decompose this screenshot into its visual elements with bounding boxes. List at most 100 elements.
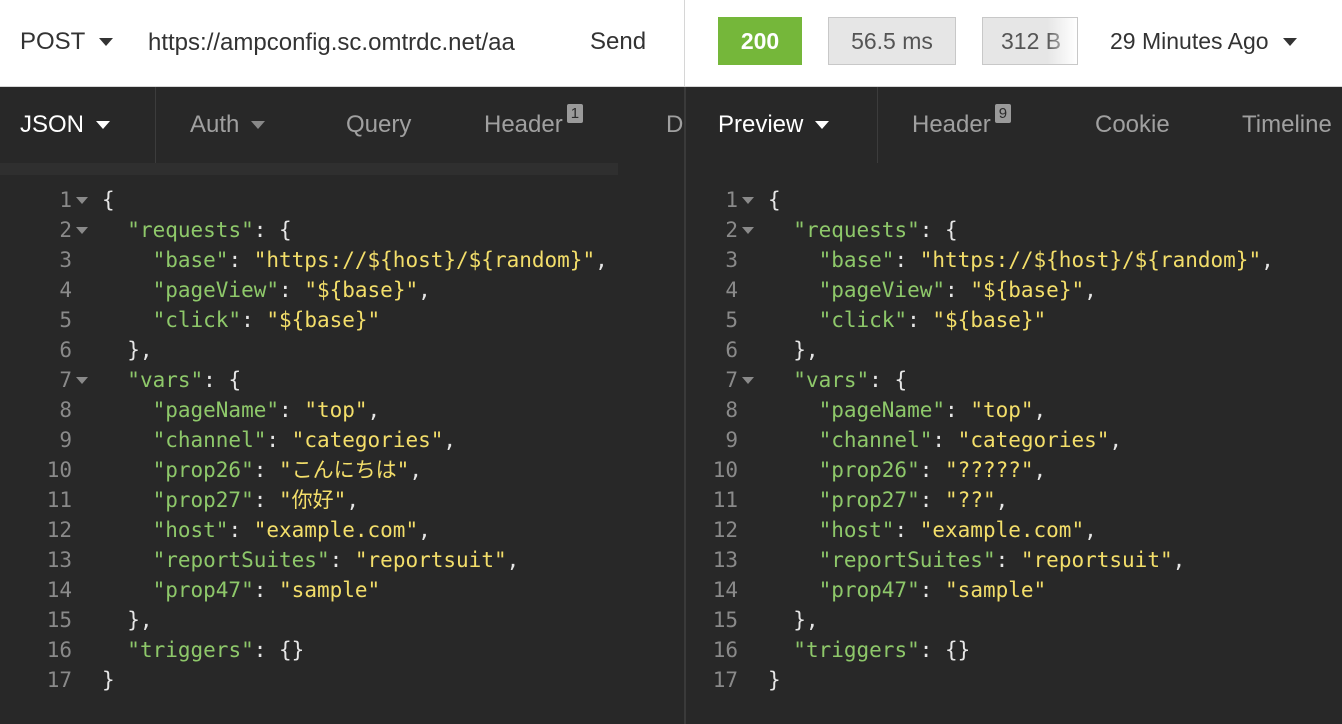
history-dropdown[interactable]: 29 Minutes Ago [1110, 28, 1297, 55]
json-punctuation [768, 548, 819, 572]
json-punctuation [102, 488, 153, 512]
chevron-down-icon [815, 121, 830, 129]
line-number: 13 [712, 548, 738, 572]
code-line: 1{ [686, 185, 1342, 215]
fold-arrow-icon[interactable] [76, 227, 88, 234]
code-line: 9 "channel": "categories", [0, 425, 684, 455]
tab-docs[interactable]: D [666, 87, 684, 163]
json-punctuation: { [768, 188, 781, 212]
line-number: 3 [59, 248, 72, 272]
editor-scrollbar[interactable] [0, 163, 618, 175]
line-number: 2 [59, 218, 72, 242]
fold-arrow-icon[interactable] [742, 227, 754, 234]
code-line: 12 "host": "example.com", [0, 515, 684, 545]
history-age-label: 29 Minutes Ago [1110, 28, 1269, 54]
json-string: "https://${host}/${random}" [919, 248, 1262, 272]
json-punctuation: , [367, 398, 381, 422]
fold-arrow-icon[interactable] [76, 197, 88, 204]
code-text: "prop27": "??", [768, 485, 1009, 515]
json-string: "${base}" [266, 308, 381, 332]
json-punctuation [102, 548, 153, 572]
header-count-badge: 9 [994, 103, 1012, 123]
json-key: "prop47" [818, 578, 920, 602]
code-text: "host": "example.com", [768, 515, 1097, 545]
json-string: "你好" [279, 488, 347, 512]
json-string: "${base}" [304, 278, 419, 302]
code-line: 3 "base": "https://${host}/${random}", [0, 245, 684, 275]
tab-timeline[interactable]: Timeline [1242, 87, 1332, 163]
fold-arrow-icon[interactable] [742, 377, 754, 384]
request-body-editor[interactable]: 1{2 "requests": {3 "base": "https://${ho… [0, 185, 684, 695]
code-text: "channel": "categories", [768, 425, 1122, 455]
line-number: 3 [725, 248, 738, 272]
json-punctuation: : [253, 458, 280, 482]
code-line: 5 "click": "${base}" [0, 305, 684, 335]
tab-body-json[interactable]: JSON [20, 87, 111, 163]
json-punctuation: : {} [253, 638, 305, 662]
json-punctuation [768, 488, 819, 512]
code-line: 8 "pageName": "top", [686, 395, 1342, 425]
fold-arrow-icon[interactable] [742, 197, 754, 204]
tab-cookie[interactable]: Cookie [1095, 87, 1170, 163]
json-punctuation [768, 518, 819, 542]
tab-header[interactable]: Header 1 [484, 87, 584, 163]
json-string: "reportsuit" [354, 548, 507, 572]
json-punctuation: : [253, 578, 280, 602]
line-number: 11 [712, 488, 738, 512]
json-punctuation [768, 278, 819, 302]
tab-auth[interactable]: Auth [190, 87, 266, 163]
json-string: "top" [970, 398, 1034, 422]
json-punctuation: , [409, 458, 422, 482]
line-number: 10 [712, 458, 738, 482]
code-line: 11 "prop27": "你好", [0, 485, 684, 515]
code-text: } [102, 665, 115, 695]
json-key: "click" [152, 308, 242, 332]
response-size-badge: 312 B [982, 17, 1078, 65]
json-string: "${base}" [932, 308, 1047, 332]
line-number: 5 [725, 308, 738, 332]
code-text: "pageView": "${base}", [102, 275, 431, 305]
tab-label: Query [346, 111, 412, 138]
chevron-down-icon [251, 121, 266, 129]
json-key: "prop47" [152, 578, 254, 602]
divider [155, 87, 156, 163]
json-punctuation [102, 248, 153, 272]
code-text: }, [768, 605, 818, 635]
code-line: 10 "prop26": "?????", [686, 455, 1342, 485]
code-line: 16 "triggers": {} [686, 635, 1342, 665]
url-input[interactable]: https://ampconfig.sc.omtrdc.net/aa [148, 29, 556, 57]
code-text: "vars": { [102, 365, 241, 395]
tab-label: Auth [190, 111, 240, 138]
json-punctuation [768, 308, 819, 332]
json-key: "channel" [152, 428, 267, 452]
json-punctuation [102, 428, 153, 452]
tab-preview[interactable]: Preview [718, 87, 830, 163]
json-punctuation: , [506, 548, 520, 572]
code-line: 11 "prop27": "??", [686, 485, 1342, 515]
code-text: "pageName": "top", [102, 395, 381, 425]
json-punctuation [768, 368, 793, 392]
json-punctuation: : [266, 428, 292, 452]
method-dropdown[interactable]: POST [20, 28, 114, 56]
line-number: 5 [59, 308, 72, 332]
code-line: 17} [0, 665, 684, 695]
json-key: "requests" [793, 218, 920, 242]
json-key: "pageName" [818, 398, 946, 422]
method-label: POST [20, 28, 86, 55]
tab-response-header[interactable]: Header 9 [912, 87, 1012, 163]
code-text: "prop47": "sample" [768, 575, 1047, 605]
line-number: 14 [46, 578, 72, 602]
response-time-badge: 56.5 ms [828, 17, 956, 65]
json-punctuation [102, 308, 153, 332]
divider [877, 87, 878, 163]
json-string: "sample" [945, 578, 1047, 602]
send-button[interactable]: Send [590, 28, 646, 56]
tab-query[interactable]: Query [346, 87, 411, 163]
json-key: "vars" [127, 368, 204, 392]
json-punctuation: , [1033, 458, 1047, 482]
fold-arrow-icon[interactable] [76, 377, 88, 384]
code-text: }, [102, 605, 152, 635]
json-punctuation: : [907, 308, 933, 332]
line-number: 6 [725, 338, 738, 362]
json-string: "categories" [957, 428, 1110, 452]
